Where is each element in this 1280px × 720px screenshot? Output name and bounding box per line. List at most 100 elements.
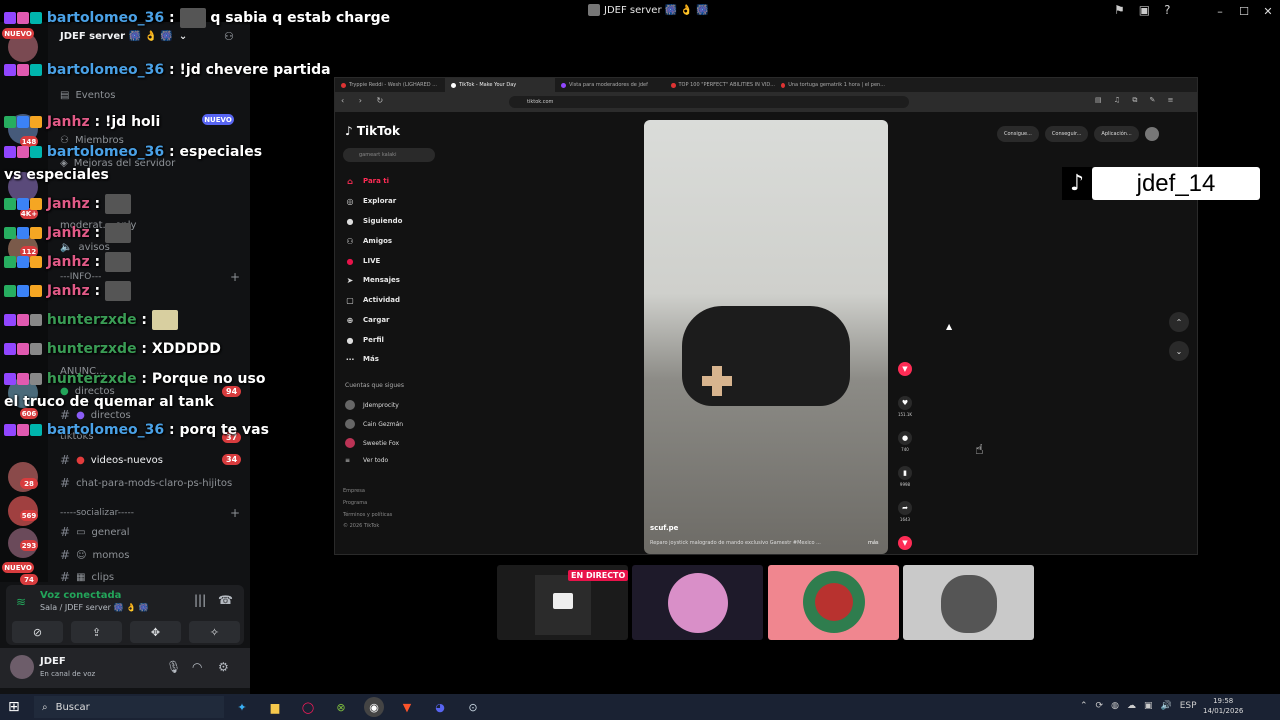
search-input[interactable]: gameart kalaki <box>343 148 435 162</box>
taskbar-search[interactable]: ⌕ Buscar <box>34 696 224 718</box>
following-item[interactable]: Cain Gezmán <box>345 419 403 429</box>
browser-tab[interactable]: TOP 100 "PERFECT" ABILITIES IN VID... <box>665 78 775 92</box>
file-explorer-icon[interactable]: ▆ <box>265 697 285 717</box>
copilot-icon[interactable]: ✦ <box>232 697 252 717</box>
tiktok-top-actions: Consigue... Conseguir... Aplicación... <box>997 126 1159 142</box>
close-button[interactable]: ✕ <box>1256 0 1280 22</box>
username: JDEF <box>40 656 66 667</box>
like-button[interactable]: ♥ 151.1K <box>897 396 913 417</box>
browser-tab[interactable]: Una tortuga gematrik 1 hora | el pen... <box>775 78 885 92</box>
tray-app-icon[interactable]: ☁ <box>1127 701 1136 711</box>
help-icon[interactable]: ? <box>1164 3 1170 17</box>
chat-text: !jd holi <box>104 114 161 130</box>
creator-avatar-button[interactable]: ▼ <box>897 362 913 376</box>
footer-link[interactable]: Programa <box>343 500 367 506</box>
music-disc-button[interactable]: ▼ <box>897 536 913 550</box>
avatar[interactable] <box>10 655 34 679</box>
taskbar-clock[interactable]: 19:58 14/01/2026 <box>1203 696 1243 716</box>
screen-icon[interactable]: ▣ <box>1139 3 1150 17</box>
browser-tab[interactable]: Tryppie Reddi - Wesh (LIGHARED ... <box>335 78 445 92</box>
volume-icon[interactable]: 🔊 <box>1160 701 1171 711</box>
xbox-icon[interactable]: ⊗ <box>331 697 351 717</box>
nav-live[interactable]: ● LIVE <box>345 256 381 266</box>
tiktok-logo[interactable]: ♪ TikTok <box>345 124 400 138</box>
channel-general[interactable]: # ▭ general <box>60 525 130 539</box>
prev-video-button[interactable]: ⌃ <box>1169 312 1189 332</box>
following-item[interactable]: Sweetie Fox <box>345 438 399 448</box>
footer-link[interactable]: Términos y políticas <box>343 512 392 518</box>
opera-icon[interactable]: ◯ <box>298 697 318 717</box>
stream-thumbnail[interactable] <box>768 565 899 640</box>
nav-perfil[interactable]: ● Perfil <box>345 335 384 345</box>
activities-icon[interactable]: ✥ <box>130 621 181 643</box>
windows-taskbar: ⊞ ⌕ Buscar ✦ ▆ ◯ ⊗ ◉ ▼ ◕ ⊙ ⌃ ⟳ ◍ ☁ ▣ 🔊 E… <box>0 694 1280 720</box>
nav-explorar[interactable]: ◎ Explorar <box>345 196 397 206</box>
comment-button[interactable]: ● 740 <box>897 431 913 452</box>
channel-clips[interactable]: # ▦ clips <box>60 570 114 584</box>
nav-para-ti[interactable]: ⌂ Para ti <box>345 176 389 186</box>
language-indicator[interactable]: ESP <box>1180 701 1197 711</box>
tray-app-icon[interactable]: ◍ <box>1111 701 1119 711</box>
nav-siguiendo[interactable]: ● Siguiendo <box>345 216 403 226</box>
tray-app-icon[interactable]: ▣ <box>1144 701 1153 711</box>
url-field[interactable]: tiktok.com <box>509 96 909 108</box>
windows-start-icon[interactable]: ⊞ <box>8 699 20 715</box>
nav-amigos[interactable]: ⚇ Amigos <box>345 236 392 246</box>
footer-link[interactable]: Empresa <box>343 488 365 494</box>
nav-mensajes[interactable]: ➤ Mensajes <box>345 275 400 285</box>
extensions-icon[interactable]: ▤ ♫ ⧉ ✎ ≡ <box>1095 96 1179 105</box>
youtube-icon <box>671 82 676 88</box>
nav-buttons[interactable]: ‹ › ↻ <box>341 96 389 105</box>
maximize-button[interactable]: ☐ <box>1232 0 1256 22</box>
signal-icon[interactable]: ≋ <box>16 595 26 609</box>
headphones-icon[interactable]: ◠ <box>192 660 202 674</box>
get-app-button[interactable]: Conseguir... <box>1044 126 1089 142</box>
inbox-icon[interactable]: ⚑ <box>1114 3 1125 17</box>
nav-cargar[interactable]: ⊕ Cargar <box>345 315 390 325</box>
following-item[interactable]: Jdemprocity <box>345 400 399 410</box>
app-button[interactable]: Aplicación... <box>1094 126 1139 142</box>
soundboard-icon[interactable]: ✧ <box>189 621 240 643</box>
channel-momos[interactable]: # ☺ momos <box>60 548 129 562</box>
hash-icon: # <box>60 525 71 539</box>
tray-app-icon[interactable]: ⟳ <box>1096 701 1104 711</box>
stream-thumbnail[interactable] <box>632 565 763 640</box>
more-link[interactable]: más <box>868 540 879 546</box>
category-socializar[interactable]: -----socializar----- <box>60 508 134 518</box>
hash-icon: # <box>60 570 71 584</box>
nav-actividad[interactable]: ▢ Actividad <box>345 295 400 305</box>
profile-avatar[interactable] <box>1144 127 1159 141</box>
share-button[interactable]: ➦ 1643 <box>897 501 913 522</box>
browser-tab[interactable]: Vista para moderadores de jdef <box>555 78 665 92</box>
see-all-link[interactable]: ≡ Ver todo <box>345 457 388 464</box>
microphone-icon[interactable]: 🎙 <box>166 660 181 674</box>
chat-badges <box>4 116 42 128</box>
minimize-button[interactable]: – <box>1208 0 1232 22</box>
chat-emote <box>179 8 206 28</box>
voice-channel[interactable]: Sala / JDEF server 🎆 👌 🎆 <box>40 603 148 612</box>
obs-icon[interactable]: ◉ <box>364 697 384 717</box>
discord-icon[interactable]: ◕ <box>430 697 450 717</box>
browser-tab-active[interactable]: TikTok - Make Your Day <box>445 78 555 92</box>
noise-icon[interactable]: ||| <box>194 593 206 607</box>
tray-chevron-icon[interactable]: ⌃ <box>1080 701 1088 711</box>
channel-mods-chat[interactable]: # chat-para-mods-claro-ps-hijitos <box>60 476 232 490</box>
disconnect-icon[interactable]: ☎ <box>218 593 233 607</box>
screen-share-icon[interactable]: ⇪ <box>71 621 122 643</box>
video-author[interactable]: scuf.pe <box>650 524 678 532</box>
chat-username: hunterzxde <box>46 341 137 357</box>
gear-icon[interactable]: ⚙ <box>218 660 229 674</box>
video-player[interactable]: scuf.pe Reparo joystick malogrado de man… <box>644 120 888 554</box>
add-channel-icon[interactable]: + <box>230 506 240 520</box>
brave-icon[interactable]: ▼ <box>397 697 417 717</box>
nav-mas[interactable]: ⋯ Más <box>345 354 379 364</box>
get-coins-button[interactable]: Consigue... <box>997 126 1039 142</box>
next-video-button[interactable]: ⌄ <box>1169 341 1189 361</box>
camera-off-icon[interactable]: ⊘ <box>12 621 63 643</box>
save-button[interactable]: ▮ 9998 <box>897 466 913 487</box>
chat-badges <box>4 314 42 326</box>
comment-icon: ● <box>898 431 912 445</box>
stream-thumbnail[interactable] <box>903 565 1034 640</box>
steam-icon[interactable]: ⊙ <box>463 697 483 717</box>
chat-message: Janhz : !jd holi <box>4 111 160 134</box>
